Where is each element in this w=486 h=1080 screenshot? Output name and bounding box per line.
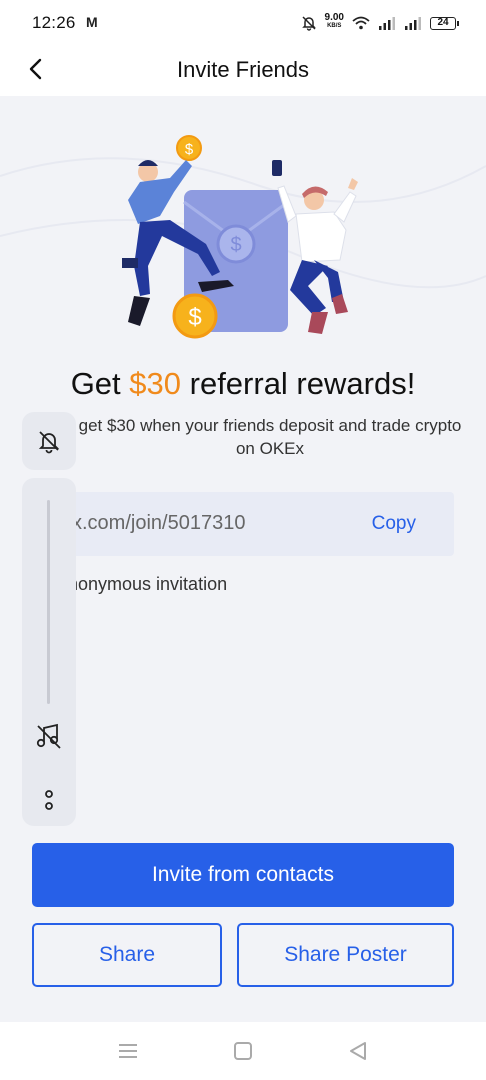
battery-indicator: 24 <box>430 16 459 30</box>
system-nav-bar <box>0 1022 486 1080</box>
mute-notification-button[interactable] <box>22 412 76 470</box>
mail-icon: M <box>86 14 98 30</box>
menu-icon[interactable] <box>116 1040 140 1062</box>
invite-link-box: x.com/join/5017310 Copy <box>22 492 454 556</box>
referral-headline: Get $30 referral rewards! <box>70 366 416 401</box>
volume-panel <box>22 478 76 826</box>
status-icons: 9.00 KB/S 24 <box>301 12 459 34</box>
share-poster-button[interactable]: Share Poster <box>237 923 454 987</box>
svg-text:$: $ <box>188 304 201 331</box>
status-time: 12:26 <box>32 13 76 32</box>
signal-icon <box>379 17 395 30</box>
referral-subtitle: get $30 when your friends deposit and tr… <box>78 416 462 458</box>
anonymous-invitation-label[interactable]: nonymous invitation <box>68 574 227 595</box>
wifi-icon <box>352 16 370 30</box>
bell-muted-icon <box>301 16 316 31</box>
svg-text:$: $ <box>185 141 194 158</box>
app-header: Invite Friends <box>0 44 486 96</box>
page-title: Invite Friends <box>176 57 310 82</box>
more-vertical-icon[interactable] <box>41 786 57 814</box>
floating-media-panel <box>22 412 76 826</box>
share-button[interactable]: Share <box>32 923 222 987</box>
square-icon[interactable] <box>231 1040 255 1062</box>
volume-slider[interactable] <box>47 500 50 704</box>
referral-illustration: $ $ $ <box>122 135 358 339</box>
signal-icon-2 <box>405 17 421 30</box>
copy-button[interactable]: Copy <box>372 513 416 535</box>
bell-off-icon <box>38 431 60 454</box>
svg-text:$: $ <box>230 234 241 256</box>
invite-link: x.com/join/5017310 <box>72 512 246 534</box>
reward-amount: $30 <box>129 366 182 401</box>
status-bar: 12:26 M 9.00 KB/S 24 <box>0 0 486 44</box>
triangle-back-icon[interactable] <box>346 1040 370 1062</box>
music-off-icon[interactable] <box>35 722 63 750</box>
invite-from-contacts-button[interactable]: Invite from contacts <box>32 843 454 907</box>
network-speed: 9.00 KB/S <box>324 12 344 30</box>
